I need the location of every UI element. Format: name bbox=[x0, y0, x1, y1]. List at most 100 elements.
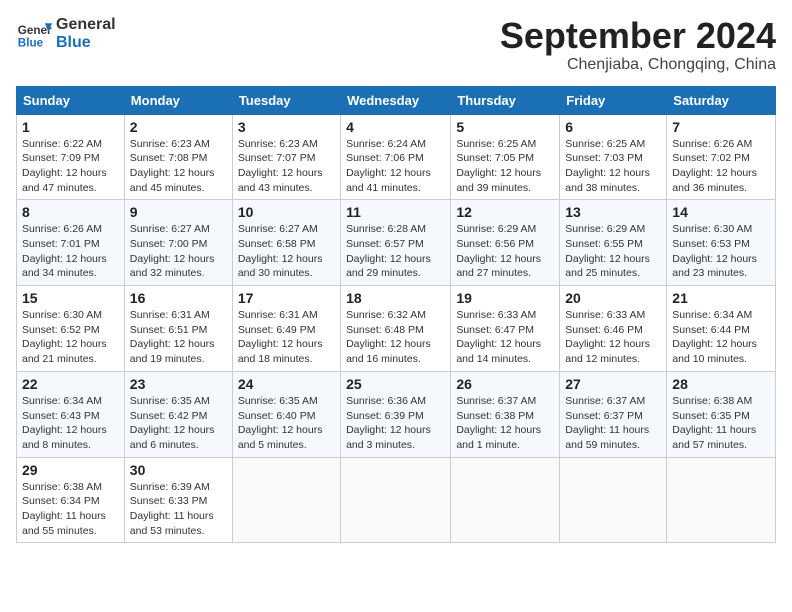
day-detail: Sunrise: 6:22 AMSunset: 7:09 PMDaylight:… bbox=[22, 138, 107, 194]
calendar-day-cell: 7 Sunrise: 6:26 AMSunset: 7:02 PMDayligh… bbox=[667, 114, 776, 200]
day-number: 22 bbox=[22, 376, 119, 392]
day-number: 1 bbox=[22, 119, 119, 135]
calendar-day-cell: 17 Sunrise: 6:31 AMSunset: 6:49 PMDaylig… bbox=[232, 286, 340, 372]
day-number: 9 bbox=[130, 204, 227, 220]
day-number: 20 bbox=[565, 290, 661, 306]
day-number: 18 bbox=[346, 290, 445, 306]
calendar-header-row: SundayMondayTuesdayWednesdayThursdayFrid… bbox=[17, 86, 776, 114]
logo-line2: Blue bbox=[56, 34, 116, 52]
day-number: 26 bbox=[456, 376, 554, 392]
calendar-day-cell: 23 Sunrise: 6:35 AMSunset: 6:42 PMDaylig… bbox=[124, 371, 232, 457]
day-number: 30 bbox=[130, 462, 227, 478]
calendar-header-cell: Wednesday bbox=[341, 86, 451, 114]
day-number: 23 bbox=[130, 376, 227, 392]
logo-line1: General bbox=[56, 16, 116, 34]
calendar-table: SundayMondayTuesdayWednesdayThursdayFrid… bbox=[16, 86, 776, 544]
calendar-day-cell: 9 Sunrise: 6:27 AMSunset: 7:00 PMDayligh… bbox=[124, 200, 232, 286]
calendar-day-cell bbox=[560, 457, 667, 543]
calendar-day-cell: 11 Sunrise: 6:28 AMSunset: 6:57 PMDaylig… bbox=[341, 200, 451, 286]
calendar-day-cell: 22 Sunrise: 6:34 AMSunset: 6:43 PMDaylig… bbox=[17, 371, 125, 457]
day-detail: Sunrise: 6:34 AMSunset: 6:43 PMDaylight:… bbox=[22, 395, 107, 451]
day-detail: Sunrise: 6:29 AMSunset: 6:55 PMDaylight:… bbox=[565, 223, 650, 279]
calendar-day-cell: 16 Sunrise: 6:31 AMSunset: 6:51 PMDaylig… bbox=[124, 286, 232, 372]
day-number: 5 bbox=[456, 119, 554, 135]
calendar-day-cell bbox=[451, 457, 560, 543]
calendar-day-cell: 28 Sunrise: 6:38 AMSunset: 6:35 PMDaylig… bbox=[667, 371, 776, 457]
day-detail: Sunrise: 6:28 AMSunset: 6:57 PMDaylight:… bbox=[346, 223, 431, 279]
calendar-header-cell: Sunday bbox=[17, 86, 125, 114]
calendar-day-cell: 18 Sunrise: 6:32 AMSunset: 6:48 PMDaylig… bbox=[341, 286, 451, 372]
day-number: 6 bbox=[565, 119, 661, 135]
calendar-day-cell: 19 Sunrise: 6:33 AMSunset: 6:47 PMDaylig… bbox=[451, 286, 560, 372]
day-detail: Sunrise: 6:27 AMSunset: 6:58 PMDaylight:… bbox=[238, 223, 323, 279]
calendar-day-cell: 25 Sunrise: 6:36 AMSunset: 6:39 PMDaylig… bbox=[341, 371, 451, 457]
day-detail: Sunrise: 6:37 AMSunset: 6:38 PMDaylight:… bbox=[456, 395, 541, 451]
day-detail: Sunrise: 6:29 AMSunset: 6:56 PMDaylight:… bbox=[456, 223, 541, 279]
day-number: 7 bbox=[672, 119, 770, 135]
day-number: 29 bbox=[22, 462, 119, 478]
day-detail: Sunrise: 6:25 AMSunset: 7:05 PMDaylight:… bbox=[456, 138, 541, 194]
day-number: 4 bbox=[346, 119, 445, 135]
calendar-week-row: 1 Sunrise: 6:22 AMSunset: 7:09 PMDayligh… bbox=[17, 114, 776, 200]
calendar-day-cell: 26 Sunrise: 6:37 AMSunset: 6:38 PMDaylig… bbox=[451, 371, 560, 457]
calendar-day-cell: 27 Sunrise: 6:37 AMSunset: 6:37 PMDaylig… bbox=[560, 371, 667, 457]
calendar-day-cell: 1 Sunrise: 6:22 AMSunset: 7:09 PMDayligh… bbox=[17, 114, 125, 200]
calendar-day-cell: 10 Sunrise: 6:27 AMSunset: 6:58 PMDaylig… bbox=[232, 200, 340, 286]
day-number: 8 bbox=[22, 204, 119, 220]
day-number: 3 bbox=[238, 119, 335, 135]
calendar-body: 1 Sunrise: 6:22 AMSunset: 7:09 PMDayligh… bbox=[17, 114, 776, 543]
day-detail: Sunrise: 6:39 AMSunset: 6:33 PMDaylight:… bbox=[130, 481, 214, 537]
logo-icon: General Blue bbox=[16, 16, 52, 52]
day-detail: Sunrise: 6:38 AMSunset: 6:35 PMDaylight:… bbox=[672, 395, 756, 451]
day-detail: Sunrise: 6:25 AMSunset: 7:03 PMDaylight:… bbox=[565, 138, 650, 194]
day-number: 27 bbox=[565, 376, 661, 392]
day-number: 28 bbox=[672, 376, 770, 392]
day-number: 24 bbox=[238, 376, 335, 392]
day-detail: Sunrise: 6:37 AMSunset: 6:37 PMDaylight:… bbox=[565, 395, 649, 451]
calendar-week-row: 15 Sunrise: 6:30 AMSunset: 6:52 PMDaylig… bbox=[17, 286, 776, 372]
day-detail: Sunrise: 6:35 AMSunset: 6:40 PMDaylight:… bbox=[238, 395, 323, 451]
day-detail: Sunrise: 6:34 AMSunset: 6:44 PMDaylight:… bbox=[672, 309, 757, 365]
calendar-day-cell: 2 Sunrise: 6:23 AMSunset: 7:08 PMDayligh… bbox=[124, 114, 232, 200]
calendar-day-cell: 3 Sunrise: 6:23 AMSunset: 7:07 PMDayligh… bbox=[232, 114, 340, 200]
day-detail: Sunrise: 6:33 AMSunset: 6:46 PMDaylight:… bbox=[565, 309, 650, 365]
svg-text:Blue: Blue bbox=[18, 37, 44, 50]
calendar-day-cell: 13 Sunrise: 6:29 AMSunset: 6:55 PMDaylig… bbox=[560, 200, 667, 286]
subtitle: Chenjiaba, Chongqing, China bbox=[500, 56, 776, 74]
day-number: 15 bbox=[22, 290, 119, 306]
day-number: 10 bbox=[238, 204, 335, 220]
calendar-header-cell: Monday bbox=[124, 86, 232, 114]
day-number: 21 bbox=[672, 290, 770, 306]
calendar-week-row: 29 Sunrise: 6:38 AMSunset: 6:34 PMDaylig… bbox=[17, 457, 776, 543]
day-detail: Sunrise: 6:27 AMSunset: 7:00 PMDaylight:… bbox=[130, 223, 215, 279]
day-number: 13 bbox=[565, 204, 661, 220]
logo: General Blue General Blue bbox=[16, 16, 116, 52]
calendar-day-cell: 12 Sunrise: 6:29 AMSunset: 6:56 PMDaylig… bbox=[451, 200, 560, 286]
day-number: 14 bbox=[672, 204, 770, 220]
day-detail: Sunrise: 6:35 AMSunset: 6:42 PMDaylight:… bbox=[130, 395, 215, 451]
calendar-day-cell: 8 Sunrise: 6:26 AMSunset: 7:01 PMDayligh… bbox=[17, 200, 125, 286]
calendar-header-cell: Friday bbox=[560, 86, 667, 114]
day-number: 16 bbox=[130, 290, 227, 306]
day-detail: Sunrise: 6:23 AMSunset: 7:07 PMDaylight:… bbox=[238, 138, 323, 194]
calendar-day-cell: 4 Sunrise: 6:24 AMSunset: 7:06 PMDayligh… bbox=[341, 114, 451, 200]
title-area: September 2024 Chenjiaba, Chongqing, Chi… bbox=[500, 16, 776, 74]
calendar-day-cell: 24 Sunrise: 6:35 AMSunset: 6:40 PMDaylig… bbox=[232, 371, 340, 457]
day-detail: Sunrise: 6:24 AMSunset: 7:06 PMDaylight:… bbox=[346, 138, 431, 194]
day-number: 19 bbox=[456, 290, 554, 306]
calendar-week-row: 22 Sunrise: 6:34 AMSunset: 6:43 PMDaylig… bbox=[17, 371, 776, 457]
day-number: 12 bbox=[456, 204, 554, 220]
month-title: September 2024 bbox=[500, 16, 776, 56]
day-detail: Sunrise: 6:23 AMSunset: 7:08 PMDaylight:… bbox=[130, 138, 215, 194]
calendar-day-cell: 21 Sunrise: 6:34 AMSunset: 6:44 PMDaylig… bbox=[667, 286, 776, 372]
calendar-day-cell: 29 Sunrise: 6:38 AMSunset: 6:34 PMDaylig… bbox=[17, 457, 125, 543]
calendar-day-cell: 30 Sunrise: 6:39 AMSunset: 6:33 PMDaylig… bbox=[124, 457, 232, 543]
day-number: 2 bbox=[130, 119, 227, 135]
day-detail: Sunrise: 6:31 AMSunset: 6:51 PMDaylight:… bbox=[130, 309, 215, 365]
day-number: 11 bbox=[346, 204, 445, 220]
calendar-week-row: 8 Sunrise: 6:26 AMSunset: 7:01 PMDayligh… bbox=[17, 200, 776, 286]
day-detail: Sunrise: 6:36 AMSunset: 6:39 PMDaylight:… bbox=[346, 395, 431, 451]
day-detail: Sunrise: 6:30 AMSunset: 6:53 PMDaylight:… bbox=[672, 223, 757, 279]
day-number: 17 bbox=[238, 290, 335, 306]
calendar-day-cell bbox=[341, 457, 451, 543]
